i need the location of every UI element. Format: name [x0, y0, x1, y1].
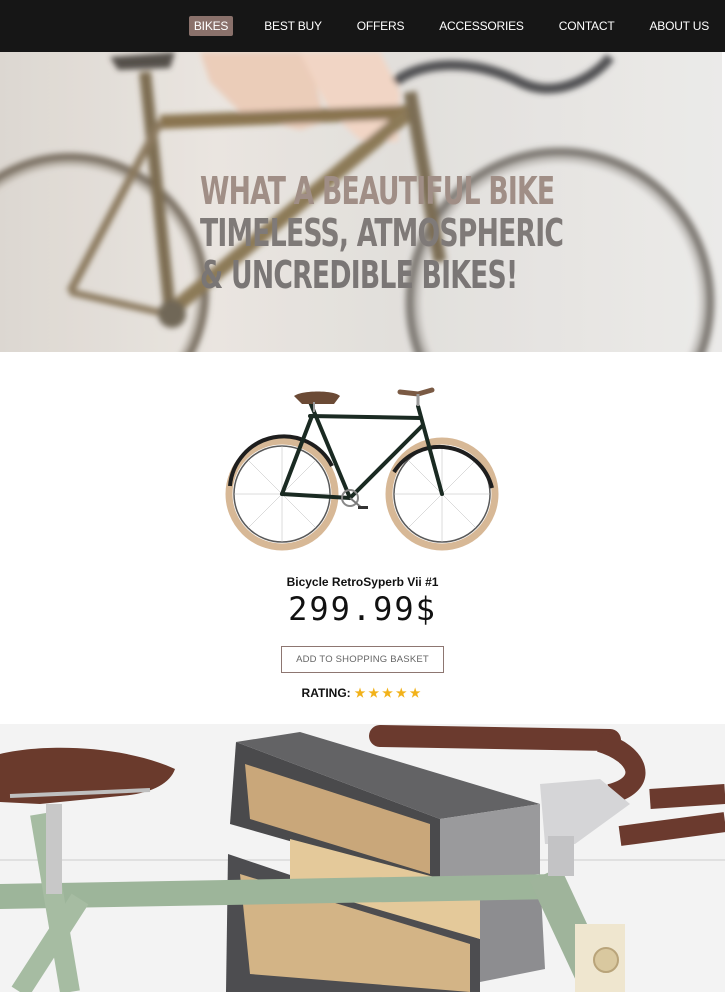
product-card: Bicycle RetroSyperb Vii #1 299.99$ ADD T…: [0, 352, 725, 724]
hero-headline-line-2: TIMELESS, ATMOSPHERIC: [200, 211, 564, 255]
hero-headline-line-3: & UNCREDIBLE BIKES!: [200, 253, 518, 297]
top-nav: BIKES BEST BUY OFFERS ACCESSORIES CONTAC…: [0, 0, 725, 52]
nav-item-about-us[interactable]: ABOUT US: [645, 16, 713, 36]
nav-item-best-buy[interactable]: BEST BUY: [260, 16, 326, 36]
rating-label: RATING:: [301, 686, 351, 700]
product-bike-image[interactable]: [222, 376, 502, 556]
product-rating: RATING: ★★★★★: [0, 686, 725, 700]
nav-menu: BIKES BEST BUY OFFERS ACCESSORIES CONTAC…: [162, 16, 713, 36]
star-rating-icons: ★★★★★: [354, 686, 424, 700]
hero-headline-line-1: WHAT A BEAUTIFUL BIKE: [200, 169, 555, 213]
product-name[interactable]: Bicycle RetroSyperb Vii #1: [0, 575, 725, 589]
add-to-basket-button[interactable]: ADD TO SHOPPING BASKET: [281, 646, 444, 673]
nav-item-contact[interactable]: CONTACT: [555, 16, 619, 36]
accessory-bike-photo: [0, 724, 725, 992]
nav-item-bikes[interactable]: BIKES: [188, 16, 234, 36]
accessory-banner: [0, 724, 725, 992]
product-price: 299.99$: [288, 590, 437, 628]
hero-headline: WHAT A BEAUTIFUL BIKE TIMELESS, ATMOSPHE…: [200, 169, 564, 297]
hero-banner: WHAT A BEAUTIFUL BIKE TIMELESS, ATMOSPHE…: [0, 52, 722, 352]
nav-item-accessories[interactable]: ACCESSORIES: [435, 16, 528, 36]
nav-item-offers[interactable]: OFFERS: [353, 16, 408, 36]
